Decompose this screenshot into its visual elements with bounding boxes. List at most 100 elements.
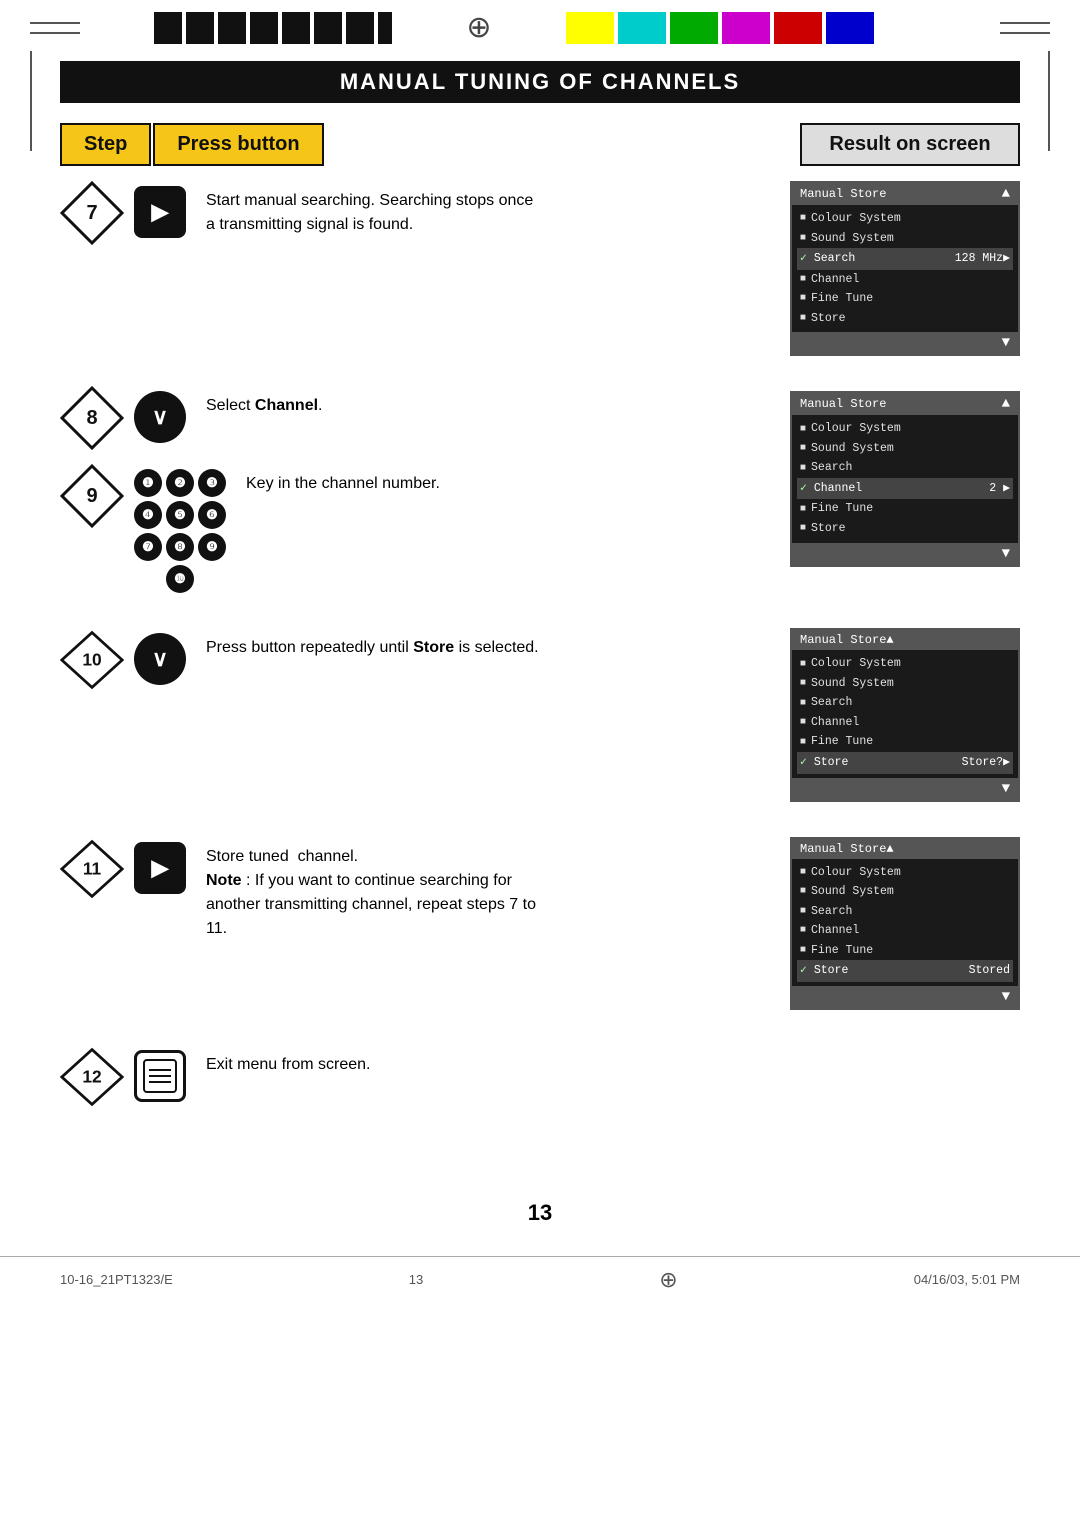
numpad: ❶ ❷ ❸ ❹ ❺ ❻ ❼ ❽ ❾ ❿ — [134, 469, 226, 593]
magenta-bar — [722, 12, 770, 44]
screen-7-item: ■ Fine Tune — [800, 289, 1010, 309]
step-8-button[interactable]: ∨ — [134, 391, 186, 443]
black-bar — [282, 12, 310, 44]
screen-7-item: ■ Sound System — [800, 229, 1010, 249]
svg-text:9: 9 — [86, 485, 97, 507]
step-10-number: 10 — [60, 628, 124, 692]
numpad-2[interactable]: ❷ — [166, 469, 194, 497]
black-bar — [346, 12, 374, 44]
footer-registration-mark: ⊕ — [659, 1267, 677, 1293]
numpad-0[interactable]: ❿ — [166, 565, 194, 593]
screen-7-item: ■ Store — [800, 309, 1010, 329]
left-vert-line — [30, 51, 32, 151]
press-button-label: Press button — [153, 123, 323, 166]
step-12-button[interactable] — [134, 1050, 186, 1102]
screen-10-footer: ▼ — [792, 778, 1018, 800]
black-bar — [314, 12, 342, 44]
step-7-button[interactable]: ▶ — [134, 186, 186, 238]
screen-11-selected-item: ✓ Store Stored — [797, 960, 1013, 982]
numpad-6[interactable]: ❻ — [198, 501, 226, 529]
screen-11-item: ■ Fine Tune — [800, 941, 1010, 961]
header-row: Step Press button Result on screen — [60, 123, 1020, 166]
black-bar — [218, 12, 246, 44]
svg-text:12: 12 — [82, 1066, 101, 1086]
blue-bar — [826, 12, 874, 44]
screen-7-arrow-down: ▼ — [1002, 335, 1010, 351]
screen-11-item: ■ Channel — [800, 921, 1010, 941]
svg-text:11: 11 — [83, 858, 102, 878]
page-title-bar: Manual Tuning of Channels — [60, 61, 1020, 103]
screen-7-footer: ▼ — [792, 332, 1018, 354]
footer: 10-16_21PT1323/E 13 ⊕ 04/16/03, 5:01 PM — [0, 1256, 1080, 1303]
screen-89-item: ■ Store — [800, 519, 1010, 539]
footer-center: 13 — [409, 1272, 423, 1287]
screen-11-item: ■ Sound System — [800, 882, 1010, 902]
cyan-bar — [618, 12, 666, 44]
step-7-screen: Manual Store ▲ ■ Colour System ■ Sound S… — [790, 181, 1020, 356]
step-89-row: 8 ∨ Select Channel. 9 — [60, 386, 1020, 593]
screen-89-body: ■ Colour System ■ Sound System ■ Search … — [792, 415, 1018, 542]
black-bar — [154, 12, 182, 44]
screen-89-header: Manual Store ▲ — [792, 393, 1018, 415]
step-label: Step — [60, 123, 151, 166]
screen-10-body: ■ Colour System ■ Sound System ■ Search … — [792, 650, 1018, 777]
step-12-description: Exit menu from screen. — [196, 1045, 540, 1077]
step-12-number: 12 — [60, 1045, 124, 1109]
black-bar — [378, 12, 392, 44]
red-bar — [774, 12, 822, 44]
screen-11-header: Manual Store▲ — [792, 839, 1018, 859]
step-89-screen: Manual Store ▲ ■ Colour System ■ Sound S… — [790, 391, 1020, 566]
step-10-button[interactable]: ∨ — [134, 633, 186, 685]
white-bar — [878, 12, 926, 44]
screen-7-body: ■ Colour System ■ Sound System ✓ Search … — [792, 205, 1018, 332]
color-bars — [566, 12, 926, 44]
screen-89-arrow-up: ▲ — [1002, 396, 1010, 412]
page-title: Manual Tuning of Channels — [340, 69, 740, 94]
black-bar — [250, 12, 278, 44]
right-vert-line — [1048, 51, 1050, 151]
step-8-description: Select Channel. — [196, 386, 540, 418]
screen-10-item: ■ Fine Tune — [800, 732, 1010, 752]
screen-7-item: ■ Colour System — [800, 209, 1010, 229]
screen-7-title: Manual Store — [800, 187, 886, 201]
numpad-1[interactable]: ❶ — [134, 469, 162, 497]
step-10-screen: Manual Store▲ ■ Colour System ■ Sound Sy… — [790, 628, 1020, 801]
step-9-description: Key in the channel number. — [236, 464, 540, 496]
screen-10-item: ■ Channel — [800, 713, 1010, 733]
step-10-row: 10 ∨ Press button repeatedly until Store… — [60, 623, 1020, 801]
step-7-description: Start manual searching. Searching stops … — [196, 181, 540, 237]
screen-10-title: Manual Store▲ — [800, 633, 894, 647]
numpad-3[interactable]: ❸ — [198, 469, 226, 497]
numpad-8[interactable]: ❽ — [166, 533, 194, 561]
step-11-left: 11 ▶ Store tuned channel. Note : If you … — [60, 832, 540, 941]
green-bar — [670, 12, 718, 44]
step-7-row: 7 ▶ Start manual searching. Searching st… — [60, 176, 1020, 356]
numpad-4[interactable]: ❹ — [134, 501, 162, 529]
numpad-9[interactable]: ❾ — [198, 533, 226, 561]
footer-left: 10-16_21PT1323/E — [60, 1272, 173, 1287]
screen-10-item: ■ Search — [800, 693, 1010, 713]
black-bars — [154, 12, 392, 44]
svg-text:8: 8 — [86, 407, 97, 429]
step-10-left: 10 ∨ Press button repeatedly until Store… — [60, 623, 540, 692]
yellow-bar — [566, 12, 614, 44]
screen-10-item: ■ Colour System — [800, 654, 1010, 674]
footer-right: 04/16/03, 5:01 PM — [914, 1272, 1020, 1287]
step-12-left: 12 Exit menu from screen. — [60, 1040, 540, 1109]
step-11-description: Store tuned channel. Note : If you want … — [196, 837, 540, 941]
step-89-left: 8 ∨ Select Channel. 9 — [60, 386, 540, 593]
screen-7-header: Manual Store ▲ — [792, 183, 1018, 205]
black-bar — [186, 12, 214, 44]
numpad-7[interactable]: ❼ — [134, 533, 162, 561]
screen-11-footer: ▼ — [792, 986, 1018, 1008]
step-8-subrow: 8 ∨ Select Channel. — [60, 386, 540, 450]
screen-89-item: ■ Sound System — [800, 439, 1010, 459]
screen-89-item: ■ Fine Tune — [800, 499, 1010, 519]
screen-89-item: ■ Search — [800, 458, 1010, 478]
step-7-left: 7 ▶ Start manual searching. Searching st… — [60, 176, 540, 245]
numpad-5[interactable]: ❺ — [166, 501, 194, 529]
page-title-section: Manual Tuning of Channels — [60, 61, 1020, 103]
step-11-button[interactable]: ▶ — [134, 842, 186, 894]
page-number: 13 — [0, 1200, 1080, 1226]
screen-7-selected-item: ✓ Search 128 MHz▶ — [797, 248, 1013, 270]
